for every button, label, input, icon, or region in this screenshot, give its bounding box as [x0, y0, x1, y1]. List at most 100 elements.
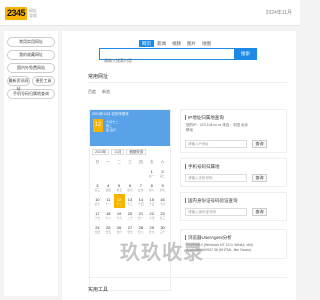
calendar-day[interactable]: 27 廿七 [125, 222, 136, 236]
sidebar-item-free-sites[interactable]: 国内外免费网站 [7, 63, 55, 73]
calendar-day[interactable]: 5 初五 [114, 180, 125, 194]
search-input[interactable] [100, 55, 230, 66]
sidebar-item-phone-lookup[interactable]: 手机号码归属地查询 [7, 89, 55, 99]
calendar-day-lunar: 初四 [105, 187, 112, 192]
calendar-day[interactable]: 4 初四 [103, 180, 114, 194]
idcard-query-button[interactable]: 查询 [252, 208, 267, 216]
sidebar-item-common-sites[interactable]: 常用实用网址 [7, 37, 55, 47]
sidebar-item-tools[interactable]: 便民工具 [32, 76, 55, 86]
calendar-header: 2024年11月 农历甲辰年 12 十月十二 周二 宜 出行 [90, 110, 170, 146]
calendar-day[interactable]: 13 十三 [125, 194, 136, 208]
calendar-day[interactable]: 17 十七 [92, 208, 103, 222]
calendar-day[interactable]: 11 十一 [103, 194, 114, 208]
calendar-day[interactable]: 29 廿九 [146, 222, 157, 236]
tab-images[interactable]: 图片 [184, 40, 199, 47]
calendar-day[interactable]: 25 廿五 [103, 222, 114, 236]
phone-query-button[interactable]: 查询 [252, 174, 267, 182]
search-button[interactable]: 搜索 [234, 48, 257, 60]
idcard-input[interactable]: 请输入身份证号码 [185, 208, 247, 216]
tools-title: 实用工具 [88, 287, 109, 293]
ip-query-button[interactable]: 查询 [252, 140, 267, 148]
calendar-day[interactable]: 2 初二 [157, 166, 168, 180]
phone-input[interactable]: 请输入手机号码 [185, 174, 247, 182]
calendar-day-lunar: 初五 [116, 187, 122, 192]
search-box: 搜索 [99, 48, 257, 66]
calendar-day-today[interactable]: 12 十二 [113, 194, 125, 208]
phone-lookup-card: 手机号码归属地 请输入手机号码 查询 [180, 158, 287, 187]
idcard-lookup-card: 国内身份证号码验证查询 请输入身份证号码 查询 [180, 192, 287, 221]
calendar-day[interactable]: 10 初十 [92, 194, 103, 208]
calendar-day[interactable]: 9 初九 [157, 180, 168, 194]
calendar-weekday: 五 [149, 160, 154, 164]
ip-input[interactable]: 请输入IP地址 [185, 140, 247, 148]
calendar-day-lunar: 立冬 [138, 187, 144, 192]
calendar-day-lunar: 十八 [105, 215, 112, 220]
calendar-day-lunar: 廿一 [138, 215, 144, 220]
calendar-weekday: 一 [106, 160, 111, 164]
calendar-day-lunar: 初八 [148, 187, 155, 192]
favorites-links: 百度 新浪 [88, 89, 110, 95]
calendar-weekday: 六 [160, 160, 165, 164]
search-tabs: 网页 新闻 视频 图片 地图 [139, 40, 214, 47]
calendar-day[interactable]: 22 小雪 [146, 208, 157, 222]
phone-lookup-title: 手机号码归属地 [185, 164, 220, 170]
calendar-day[interactable]: 14 十四 [135, 194, 146, 208]
ip-lookup-card: IP地址归属地查询 您的IP：223.104.xx.xx 来自：中国 北京 移动… [180, 109, 287, 153]
calendar-day-lunar: 十一 [105, 201, 112, 206]
calendar-day[interactable]: 15 十五 [146, 194, 157, 208]
calendar-day[interactable]: 3 初三 [92, 180, 103, 194]
calendar-day[interactable]: 18 十八 [103, 208, 114, 222]
logo-subtitle: 网址 导航 [29, 8, 38, 18]
calendar-header-text: 2024年11月 农历甲辰年 [92, 112, 129, 116]
tools-divider [88, 277, 287, 278]
calendar-day[interactable]: 8 初八 [146, 180, 157, 194]
calendar-day[interactable]: 6 初六 [125, 180, 136, 194]
month-select[interactable]: 11月 [111, 149, 125, 155]
calendar-grid: 日 一 二 三 四 五 六 1 初一 2 初二 3 初三 4 初四 5 初五 6 初六 7 立冬 8 初八 9 初九 10 初十 11… [90, 157, 170, 237]
calendar-day[interactable]: 26 廿六 [114, 222, 125, 236]
calendar-day-lunar: 二十 [127, 215, 133, 220]
calendar-today-box: 12 [93, 119, 103, 132]
site-logo[interactable]: 2345 网址 导航 [5, 5, 37, 21]
sidebar-item-favorites[interactable]: 我的收藏网址 [7, 50, 55, 60]
year-select[interactable]: 2024年 [92, 149, 110, 155]
favorite-link[interactable]: 新浪 [102, 89, 110, 95]
calendar-day[interactable]: 28 廿八 [135, 222, 146, 236]
calendar-weekday: 三 [128, 160, 132, 164]
calendar-weekday: 四 [139, 160, 143, 164]
calendar-day[interactable]: 20 二十 [125, 208, 136, 222]
calendar-day[interactable]: 30 三十 [157, 222, 168, 236]
calendar-day-lunar: 廿八 [138, 229, 144, 234]
calendar-day-lunar: 三十 [159, 229, 166, 234]
favorite-link[interactable]: 百度 [88, 89, 96, 95]
tab-video[interactable]: 视频 [169, 40, 184, 47]
tab-web[interactable]: 网页 [139, 40, 154, 47]
header-date: 2024年11月 [265, 10, 292, 16]
calendar-day-lunar: 廿五 [105, 229, 112, 234]
holiday-select[interactable]: 假期安排 [126, 149, 147, 155]
calendar-controls: 2024年 11月 假期安排 [90, 146, 170, 157]
calendar-day-lunar: 初六 [127, 187, 133, 192]
calendar-day-lunar: 廿三 [159, 215, 166, 220]
calendar-day-lunar: 十六 [159, 201, 166, 206]
calendar-today-info: 十月十二 周二 宜 出行 [106, 120, 119, 132]
calendar-day[interactable]: 1 初一 [146, 166, 157, 180]
sidebar: 常用实用网址 我的收藏网址 国内外免费网站 最新资讯网站 便民工具 手机号码归属… [4, 31, 58, 296]
calendar-day-lunar: 十七 [94, 215, 101, 220]
calendar-day[interactable]: 21 廿一 [135, 208, 146, 222]
calendar-day[interactable]: 7 立冬 [135, 180, 146, 194]
tab-map[interactable]: 地图 [199, 40, 214, 47]
favorites-divider [88, 82, 287, 83]
calendar-day-lunar: 初二 [159, 173, 166, 178]
calendar-day[interactable]: 19 十九 [114, 208, 125, 222]
calendar-day-lunar: 小雪 [148, 215, 155, 220]
calendar-day-lunar: 十二 [116, 201, 122, 206]
calendar-day[interactable]: 23 廿三 [157, 208, 168, 222]
calendar-day-lunar: 十四 [138, 201, 144, 206]
tab-news[interactable]: 新闻 [154, 40, 169, 47]
sidebar-item-news[interactable]: 最新资讯网站 [7, 76, 30, 91]
calendar-day[interactable]: 16 十六 [157, 194, 168, 208]
calendar-weekday: 二 [117, 160, 121, 164]
logo-mark: 2345 [5, 6, 28, 20]
calendar-day[interactable]: 24 廿四 [92, 222, 103, 236]
